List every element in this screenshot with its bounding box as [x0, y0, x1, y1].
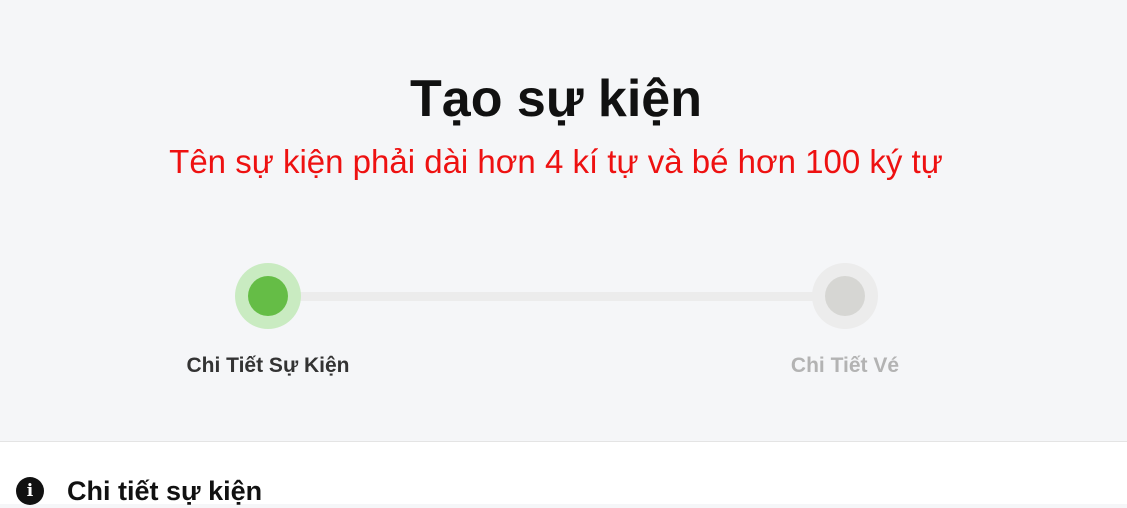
- section-title: Chi tiết sự kiện: [67, 476, 263, 506]
- info-icon: i: [16, 477, 44, 505]
- page-title: Tạo sự kiện: [410, 70, 702, 128]
- step-label-ticket-details: Chi Tiết Vé: [790, 354, 900, 377]
- step-indicator-ticket-details[interactable]: [812, 263, 878, 329]
- step-label-event-details: Chi Tiết Sự Kiện: [186, 354, 350, 377]
- step-dot-active: [248, 276, 288, 316]
- section-heading: i Chi tiết sự kiện: [16, 474, 262, 508]
- error-message: Tên sự kiện phải dài hơn 4 kí tự và bé h…: [169, 143, 943, 180]
- step-indicator-event-details[interactable]: [235, 263, 301, 329]
- step-dot-inactive: [825, 276, 865, 316]
- stepper-track: [268, 292, 845, 301]
- page-header: Tạo sự kiện Tên sự kiện phải dài hơn 4 k…: [0, 0, 1127, 441]
